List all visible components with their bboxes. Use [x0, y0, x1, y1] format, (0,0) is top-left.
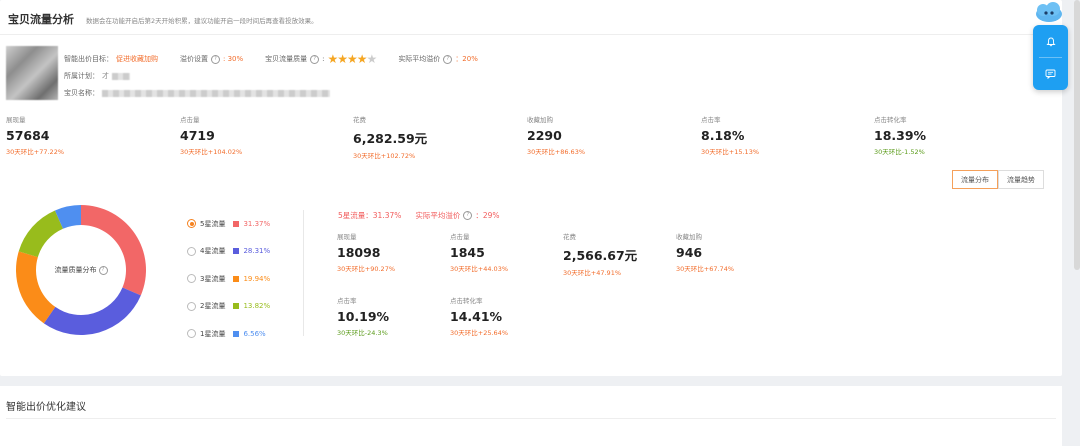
help-icon[interactable]: ?: [310, 54, 320, 64]
chat-icon[interactable]: [1033, 59, 1068, 89]
help-icon[interactable]: ?: [443, 54, 453, 64]
card-header: 宝贝流量分析 数据会在功能开启后第2天开始积累，建议功能开启一段时间后再查看投放…: [8, 11, 318, 27]
plan-row: 所属计划： 才: [64, 71, 130, 81]
flow-label: 5星流量：31.37%: [338, 211, 402, 220]
radio-5star[interactable]: [187, 219, 196, 229]
product-meta-row: 智能出价目标： 促进收藏加购 溢价设置 ? : 30% 宝贝流量质量 ? : ★…: [64, 52, 478, 66]
section-title: 智能出价优化建议: [6, 402, 86, 413]
goal-label: 智能出价目标：: [64, 55, 113, 63]
legend-item-5star[interactable]: 5星流量 31.37%: [187, 210, 270, 238]
quality-stars: ★★★★★: [327, 52, 378, 66]
detail-header: 5星流量：31.37% 实际平均溢价 ? ：29%: [338, 210, 500, 221]
overall-metrics: 展现量 57684 30天环比+77.22% 点击量 4719 30天环比+10…: [6, 114, 1056, 160]
bid-suggestion-card: 智能出价优化建议: [0, 386, 1062, 446]
metric-ctr: 点击率 8.18% 30天环比+15.13%: [701, 116, 760, 156]
goal-value: 促进收藏加购: [116, 55, 158, 63]
product-name-redacted[interactable]: [102, 89, 330, 97]
floating-toolbar: [1033, 25, 1068, 90]
premium-label: 溢价设置: [180, 55, 208, 63]
toolbar-divider: [1039, 57, 1062, 58]
traffic-analysis-card: 宝贝流量分析 数据会在功能开启后第2天开始积累，建议功能开启一段时间后再查看投放…: [0, 0, 1062, 376]
metric-cvr: 点击转化率 18.39% 30天环比-1.52%: [874, 116, 927, 156]
scrollbar[interactable]: [1074, 0, 1080, 270]
help-icon[interactable]: ?: [98, 265, 108, 275]
bell-icon[interactable]: [1033, 27, 1068, 57]
quality-donut-chart: 流量质量分布 ?: [15, 204, 147, 336]
detail-favorites: 收藏加购 946 30天环比+67.74%: [676, 233, 735, 273]
header-divider: [0, 34, 1062, 35]
plan-label: 所属计划：: [64, 72, 99, 80]
swatch: [233, 330, 240, 337]
swatch: [233, 275, 240, 282]
detail-avg-label: 实际平均溢价: [415, 211, 461, 220]
quality-label: 宝贝流量质量: [265, 55, 308, 63]
detail-cost: 花费 2,566.67元 30天环比+47.91%: [563, 233, 638, 277]
help-icon[interactable]: ?: [211, 54, 220, 64]
view-toggle: 流量分布 流量趋势: [952, 170, 1044, 189]
quality-legend: 5星流量 31.37% 4星流量 28.31% 3星流量 19.94% 2星流量…: [187, 210, 270, 348]
legend-item-3star[interactable]: 3星流量 19.94%: [187, 265, 270, 293]
name-label: 宝贝名称：: [64, 89, 99, 97]
radio-1star[interactable]: [187, 329, 196, 339]
avg-premium-label: 实际平均溢价: [398, 55, 441, 63]
avg-premium-value: ：20%: [455, 55, 478, 63]
metric-cost: 花费 6,282.59元 30天环比+102.72%: [353, 116, 428, 160]
plan-value[interactable]: 才: [102, 71, 109, 81]
tab-distribution[interactable]: 流量分布: [952, 170, 998, 189]
plan-value-redacted: [112, 72, 130, 80]
swatch: [233, 248, 240, 255]
help-icon[interactable]: ?: [463, 211, 473, 220]
metric-clicks: 点击量 4719 30天环比+104.02%: [180, 116, 243, 156]
premium-value: : 30%: [223, 55, 244, 63]
tab-trend[interactable]: 流量趋势: [998, 170, 1044, 189]
metric-favorites: 收藏加购 2290 30天环比+86.63%: [527, 116, 586, 156]
legend-item-4star[interactable]: 4星流量 28.31%: [187, 238, 270, 266]
product-thumbnail[interactable]: [6, 46, 58, 100]
radio-4star[interactable]: [187, 246, 196, 256]
detail-avg-value: ：29%: [475, 211, 500, 220]
page-title: 宝贝流量分析: [8, 13, 74, 26]
swatch: [233, 303, 240, 310]
mascot-cloud-icon[interactable]: [1034, 2, 1064, 24]
radio-3star[interactable]: [187, 274, 196, 284]
section-divider: [6, 418, 1056, 419]
vertical-divider: [303, 210, 304, 336]
radio-2star[interactable]: [187, 301, 196, 311]
detail-clicks: 点击量 1845 30天环比+44.03%: [450, 233, 509, 273]
name-row: 宝贝名称：: [64, 88, 330, 98]
donut-center-label: 流量质量分布 ?: [15, 204, 147, 336]
header-tip: 数据会在功能开启后第2天开始积累，建议功能开启一段时间后再查看投放效果。: [86, 17, 318, 25]
swatch: [233, 220, 240, 227]
legend-item-2star[interactable]: 2星流量 13.82%: [187, 293, 270, 321]
legend-item-1star[interactable]: 1星流量 6.56%: [187, 320, 270, 348]
detail-cvr: 点击转化率 14.41% 30天环比+25.64%: [450, 297, 509, 337]
metric-impressions: 展现量 57684 30天环比+77.22%: [6, 116, 65, 156]
detail-impressions: 展现量 18098 30天环比+90.27%: [337, 233, 396, 273]
detail-ctr: 点击率 10.19% 30天环比-24.3%: [337, 297, 390, 337]
